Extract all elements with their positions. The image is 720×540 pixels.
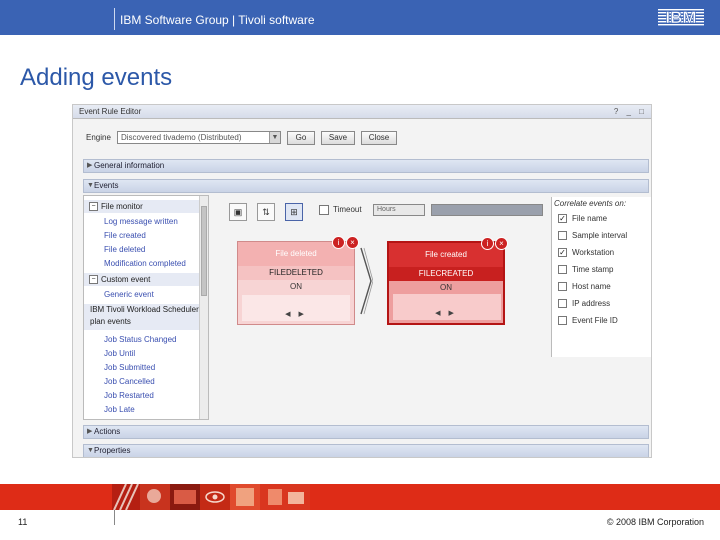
tree-item[interactable]: Generic event (84, 288, 200, 301)
tree-item[interactable]: Job Until (84, 347, 200, 360)
checkbox[interactable] (558, 231, 567, 241)
event-status: ON (440, 283, 452, 292)
remove-icon[interactable]: × (495, 237, 508, 250)
go-button[interactable]: Go (287, 131, 315, 145)
tree-scrollbar[interactable] (199, 196, 208, 419)
tree-item[interactable]: Job Restarted (84, 389, 200, 402)
tree-item[interactable]: Modification completed (84, 257, 200, 270)
checkbox[interactable]: ✓ (558, 248, 567, 258)
event-code: FILEDELETED (238, 266, 354, 280)
slide-header-bar: IBM Software Group | Tivoli software IBM (0, 0, 720, 35)
checkbox[interactable] (558, 299, 567, 309)
section-actions-label: Actions (94, 427, 121, 436)
correlate-attribute[interactable]: Event File ID (558, 315, 618, 327)
attribute-label: File name (572, 214, 608, 223)
event-box-file-deleted[interactable]: File deleted FILEDELETED ON ◀ ▶ i × (237, 236, 359, 325)
event-status: ON (290, 282, 302, 291)
tree-group-label: File monitor (101, 202, 143, 211)
checkbox[interactable] (558, 316, 567, 326)
collapse-triangle-icon: ▼ (87, 447, 94, 454)
correlate-header: Correlate events on: (554, 199, 627, 208)
event-rule-editor-window: Event Rule Editor ? _ □ Engine Discovere… (72, 104, 652, 458)
select-tool-icon[interactable]: ▣ (229, 203, 247, 221)
checkbox[interactable]: ✓ (558, 214, 567, 224)
tree-group-file-monitor[interactable]: − File monitor (84, 200, 200, 213)
copyright-text: © 2008 IBM Corporation (606, 517, 704, 527)
correlate-tool-icon[interactable]: ⊞ (285, 203, 303, 221)
expand-triangle-icon: ▶ (87, 162, 93, 169)
correlate-attribute[interactable]: ✓ File name (558, 213, 607, 225)
section-general-label: General information (94, 161, 165, 170)
ibm-logo-icon: IBM (658, 8, 704, 27)
section-properties[interactable]: ▼ Properties (83, 444, 649, 457)
attribute-label: Workstation (572, 248, 615, 257)
engine-label: Engine (86, 133, 111, 142)
event-nav-arrows-icon[interactable]: ◀ ▶ (389, 309, 503, 317)
tree-item[interactable]: Job Cancelled (84, 375, 200, 388)
section-events[interactable]: ▼ Events (83, 179, 649, 193)
engine-row: Engine Discovered tivademo (Distributed)… (83, 131, 403, 145)
footer-red-strip (0, 484, 720, 510)
engine-select-value: Discovered tivademo (Distributed) (121, 133, 242, 142)
tree-item[interactable]: Job Late (84, 403, 200, 416)
chevron-down-icon[interactable]: ▼ (269, 132, 280, 143)
sequence-arrow-icon (360, 247, 373, 315)
attribute-label: Time stamp (572, 265, 614, 274)
tree-group-workload[interactable]: IBM Tivoli Workload Scheduler plan event… (84, 304, 200, 330)
window-controls[interactable]: ? _ □ (614, 107, 647, 116)
section-actions[interactable]: ▶ Actions (83, 425, 649, 439)
window-title: Event Rule Editor (73, 105, 651, 119)
slide-title: Adding events (20, 64, 173, 91)
footer-decorative-image (112, 484, 310, 510)
attribute-label: IP address (572, 299, 611, 308)
canvas-toolbar: ▣ ⇅ ⊞ Timeout Hours (215, 201, 543, 223)
tree-item[interactable]: File created (84, 229, 200, 242)
tree-item[interactable]: Job Status Changed (84, 333, 200, 346)
close-button[interactable]: Close (361, 131, 397, 145)
event-nav-arrows-icon[interactable]: ◀ ▶ (238, 310, 354, 318)
collapse-triangle-icon: ▼ (87, 182, 94, 189)
checkbox[interactable] (558, 265, 567, 275)
tree-group-custom-event[interactable]: − Custom event (84, 273, 200, 286)
info-icon[interactable]: i (332, 236, 345, 249)
attribute-label: Sample interval (572, 231, 628, 240)
save-button[interactable]: Save (321, 131, 355, 145)
event-code: FILECREATED (389, 267, 503, 281)
timeout-checkbox[interactable] (319, 205, 329, 215)
tree-item[interactable]: File deleted (84, 243, 200, 256)
section-properties-label: Properties (94, 446, 131, 455)
correlate-attribute[interactable]: ✓ Workstation (558, 247, 614, 259)
correlate-attribute[interactable]: Time stamp (558, 264, 614, 276)
timeout-label: Timeout (333, 205, 362, 214)
header-separator (114, 8, 115, 30)
attribute-label: Event File ID (572, 316, 618, 325)
tree-item[interactable]: Log message written (84, 215, 200, 228)
sequence-tool-icon[interactable]: ⇅ (257, 203, 275, 221)
attribute-label: Host name (572, 282, 611, 291)
collapse-icon[interactable]: − (89, 275, 98, 285)
tree-group-label: Custom event (101, 275, 151, 284)
page-number: 11 (18, 517, 28, 527)
remove-icon[interactable]: × (346, 236, 359, 249)
header-group-text: IBM Software Group | Tivoli software (120, 13, 315, 27)
timeout-unit-select[interactable]: Hours (373, 204, 425, 216)
collapse-icon[interactable]: − (89, 202, 98, 212)
engine-select[interactable]: Discovered tivademo (Distributed) ▼ (117, 131, 281, 144)
checkbox[interactable] (558, 282, 567, 292)
info-icon[interactable]: i (481, 237, 494, 250)
event-box-file-created[interactable]: File created FILECREATED ON ◀ ▶ i × (387, 237, 508, 325)
timeout-value-field[interactable] (431, 204, 543, 216)
section-events-label: Events (94, 181, 119, 190)
footer-separator (114, 510, 115, 525)
svg-text:IBM: IBM (665, 8, 696, 27)
event-type-tree: − File monitor Log message written File c… (83, 195, 209, 420)
expand-triangle-icon: ▶ (87, 428, 93, 435)
correlate-attribute[interactable]: Host name (558, 281, 611, 293)
correlate-panel: Correlate events on: ✓ File name Sample i… (551, 197, 651, 357)
correlate-attribute[interactable]: Sample interval (558, 230, 627, 242)
tree-item[interactable]: Job Submitted (84, 361, 200, 374)
correlate-attribute[interactable]: IP address (558, 298, 610, 310)
scrollbar-thumb[interactable] (201, 206, 207, 296)
section-general-information[interactable]: ▶ General information (83, 159, 649, 173)
